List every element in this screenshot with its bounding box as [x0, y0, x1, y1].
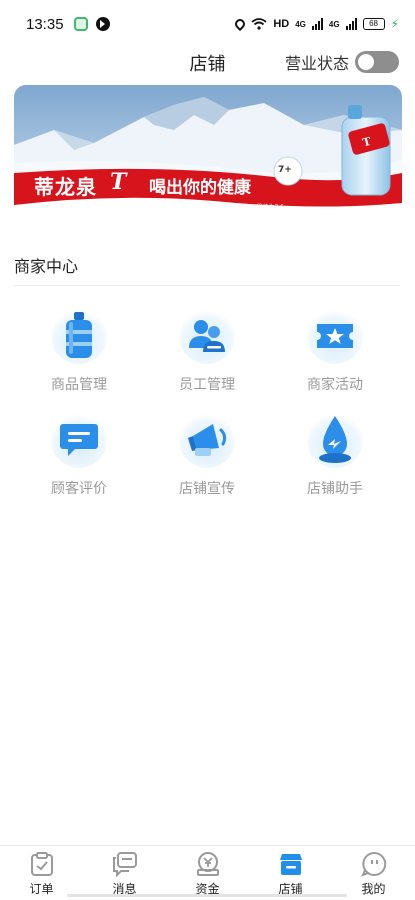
business-status-label: 营业状态	[284, 54, 349, 73]
nav-item-funds[interactable]: 资金	[166, 846, 249, 900]
chat-bubble-icon	[60, 424, 98, 456]
status-time: 13:35	[26, 15, 64, 33]
signal-label-2: 4G	[328, 19, 340, 29]
signal-icon-2	[345, 18, 357, 30]
banner-brand: 蒂龙泉	[34, 175, 97, 199]
nav-item-profile[interactable]: 我的	[332, 846, 415, 900]
banner-tagline: 冀|龙|天|下 水|中|极|品	[34, 204, 127, 211]
promo-banner[interactable]: T 蒂龙泉 T 喝出你的健康 冀|龙|天|下 水|中|极|品 ● 正常饮用水的P…	[14, 85, 402, 218]
tile-product-management[interactable]: 商品管理	[14, 308, 144, 394]
tile-label: 店铺宣传	[179, 481, 235, 497]
clipboard-icon	[30, 852, 53, 876]
banner-badge: 7+	[278, 165, 292, 175]
water-bottle-icon	[66, 312, 92, 358]
business-status-toggle[interactable]	[355, 51, 399, 73]
status-bar: 13:35 HD 4G 4G 68 ⚡	[0, 0, 415, 48]
staff-icon	[189, 320, 225, 352]
merchant-center-title: 商家中心	[14, 257, 79, 276]
location-icon	[233, 16, 248, 32]
tile-store-promotion[interactable]: 店铺宣传	[142, 412, 272, 498]
section-divider	[14, 285, 400, 286]
toggle-knob	[358, 54, 374, 70]
tile-store-assistant[interactable]: 店铺助手	[270, 412, 400, 498]
megaphone-icon	[188, 424, 227, 456]
water-drop-icon	[319, 416, 351, 463]
message-icon	[112, 852, 137, 877]
ticket-star-icon	[317, 324, 353, 348]
home-indicator[interactable]	[67, 894, 347, 897]
banner-logo-mark: T	[110, 169, 127, 195]
wifi-icon	[251, 18, 267, 30]
page-header: 店铺 营业状态	[0, 48, 415, 78]
tile-label: 员工管理	[179, 377, 235, 393]
wallet-icon	[196, 852, 219, 876]
tile-label: 店铺助手	[307, 481, 363, 497]
bottom-navigation: 订单 消息 资金 店铺 我的	[0, 845, 415, 900]
signal-label-1: 4G	[295, 19, 306, 29]
battery-icon: 68	[362, 18, 385, 30]
navigation-app-icon	[95, 17, 110, 31]
tile-customer-reviews[interactable]: 顾客评价	[14, 412, 144, 498]
tile-label: 商家活动	[307, 377, 363, 393]
nav-item-messages[interactable]: 消息	[83, 846, 166, 900]
tile-merchant-activity[interactable]: 商家活动	[270, 308, 400, 394]
tile-label: 顾客评价	[51, 481, 107, 497]
nav-item-store[interactable]: 店铺	[249, 846, 332, 900]
signal-icon-1	[311, 18, 323, 30]
tile-staff-management[interactable]: 员工管理	[142, 308, 272, 394]
banner-note: ● 正常饮用水的PH值是6.5-8.5之间，最佳为7.5。	[154, 204, 291, 211]
profile-icon	[360, 851, 386, 877]
network-type: HD	[273, 18, 290, 30]
app-notification-icon	[73, 17, 88, 31]
business-status: 营业状态	[285, 50, 399, 74]
banner-slogan: 喝出你的健康	[149, 178, 251, 198]
nav-item-orders[interactable]: 订单	[0, 846, 83, 900]
tile-label: 商品管理	[51, 377, 107, 393]
charging-icon: ⚡	[390, 17, 399, 31]
store-icon	[279, 854, 302, 875]
